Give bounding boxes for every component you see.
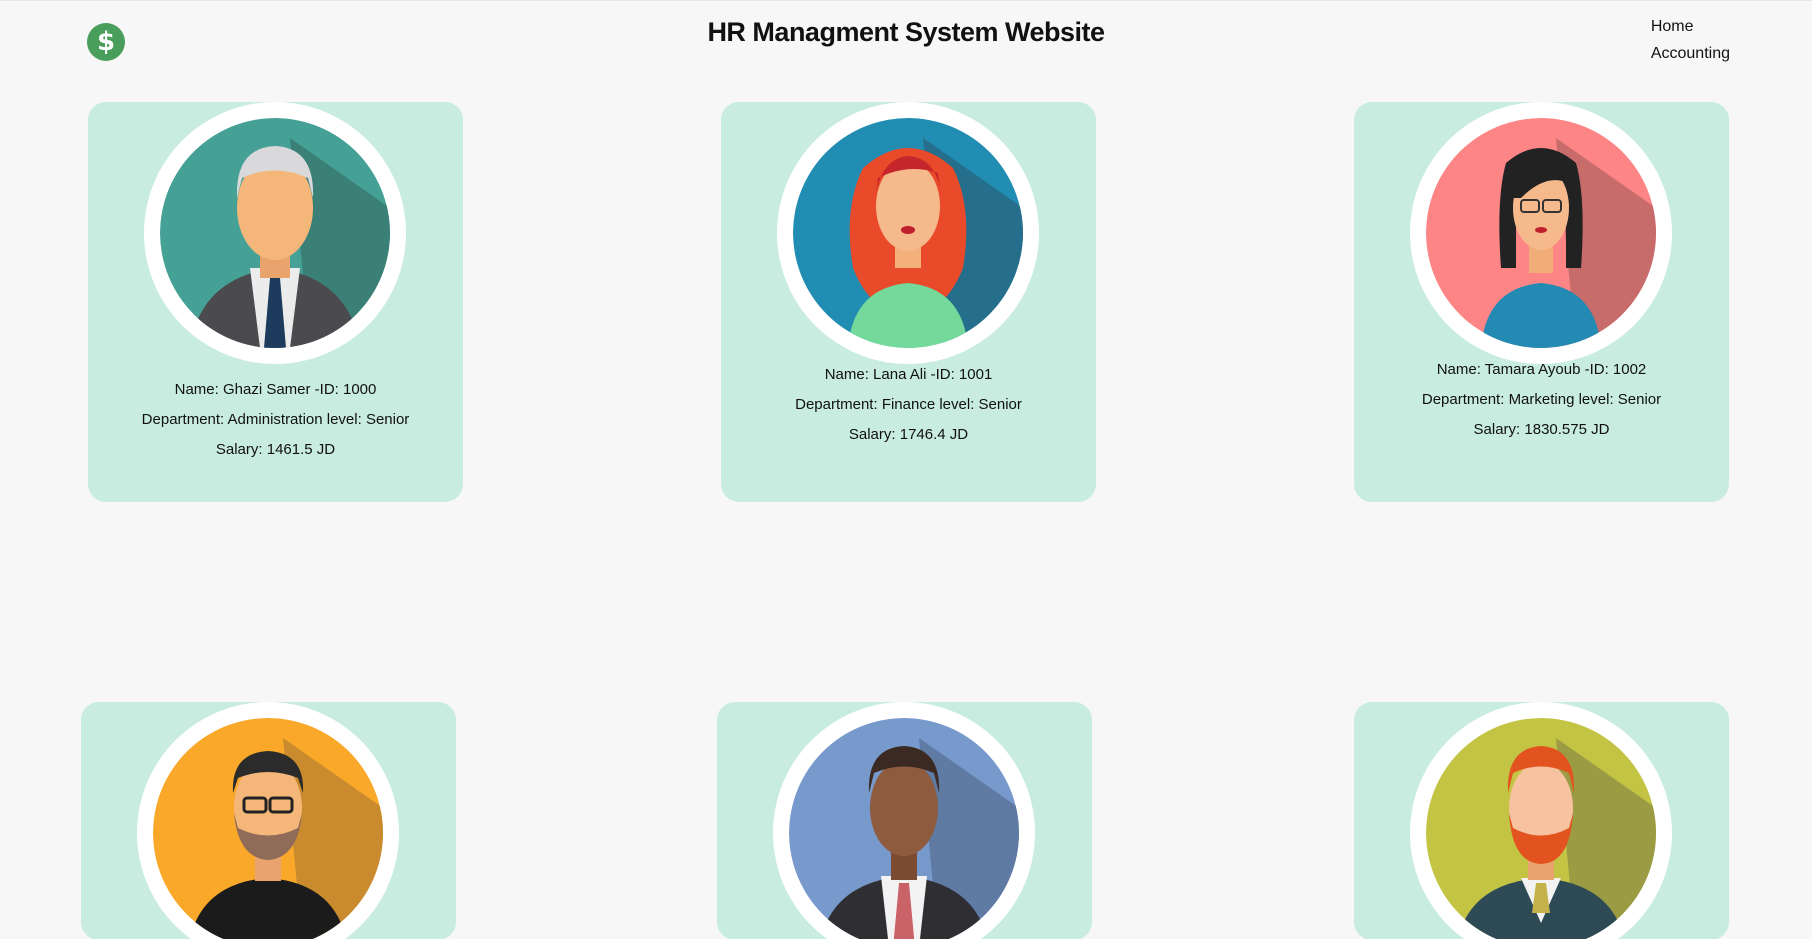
employee-info: Name: Tamara Ayoub -ID: 1002 Department:… bbox=[1354, 355, 1729, 445]
woman-with-glasses-avatar-icon bbox=[1426, 118, 1656, 348]
employee-salary: Salary: 1746.4 JD bbox=[848, 426, 969, 443]
employee-card: Name: Ghazi Samer -ID: 1000 Department: … bbox=[88, 102, 463, 502]
employee-info: Name: Lana Ali -ID: 1001 Department: Fin… bbox=[721, 360, 1096, 450]
avatar-frame bbox=[144, 102, 406, 364]
nav-link-accounting[interactable]: Accounting bbox=[1651, 45, 1730, 63]
employee-department: Department: Finance level: Senior bbox=[795, 396, 1022, 413]
employee-card bbox=[1354, 702, 1729, 939]
avatar-frame bbox=[137, 702, 399, 939]
page-title: HR Managment System Website bbox=[707, 17, 1105, 47]
employee-card bbox=[717, 702, 1092, 939]
avatar-frame bbox=[777, 102, 1039, 364]
grey-haired-man-avatar-icon bbox=[160, 118, 390, 348]
employee-card bbox=[81, 702, 456, 939]
page: $ HR Managment System Website Home Accou… bbox=[0, 0, 1812, 939]
main-nav: Home Accounting bbox=[1651, 18, 1730, 63]
nav-link-home[interactable]: Home bbox=[1651, 18, 1730, 36]
employee-department: Department: Administration level: Senior bbox=[141, 411, 410, 428]
employee-salary: Salary: 1461.5 JD bbox=[215, 441, 336, 458]
avatar-frame bbox=[773, 702, 1035, 939]
employee-card: Name: Lana Ali -ID: 1001 Department: Fin… bbox=[721, 102, 1096, 502]
red-haired-woman-avatar-icon bbox=[793, 118, 1023, 348]
employee-name: Name: Lana Ali -ID: 1001 bbox=[824, 366, 993, 383]
avatar-frame bbox=[1410, 702, 1672, 939]
employee-department: Department: Marketing level: Senior bbox=[1421, 391, 1662, 408]
employee-salary: Salary: 1830.575 JD bbox=[1473, 421, 1610, 438]
man-in-suit-avatar-icon bbox=[789, 718, 1019, 939]
employee-card: Name: Tamara Ayoub -ID: 1002 Department:… bbox=[1354, 102, 1729, 502]
red-bearded-man-avatar-icon bbox=[1426, 718, 1656, 939]
employee-info: Name: Ghazi Samer -ID: 1000 Department: … bbox=[88, 375, 463, 465]
avatar-frame bbox=[1410, 102, 1672, 364]
employee-name: Name: Ghazi Samer -ID: 1000 bbox=[174, 381, 377, 398]
bearded-man-glasses-avatar-icon bbox=[153, 718, 383, 939]
employee-name: Name: Tamara Ayoub -ID: 1002 bbox=[1436, 361, 1647, 378]
